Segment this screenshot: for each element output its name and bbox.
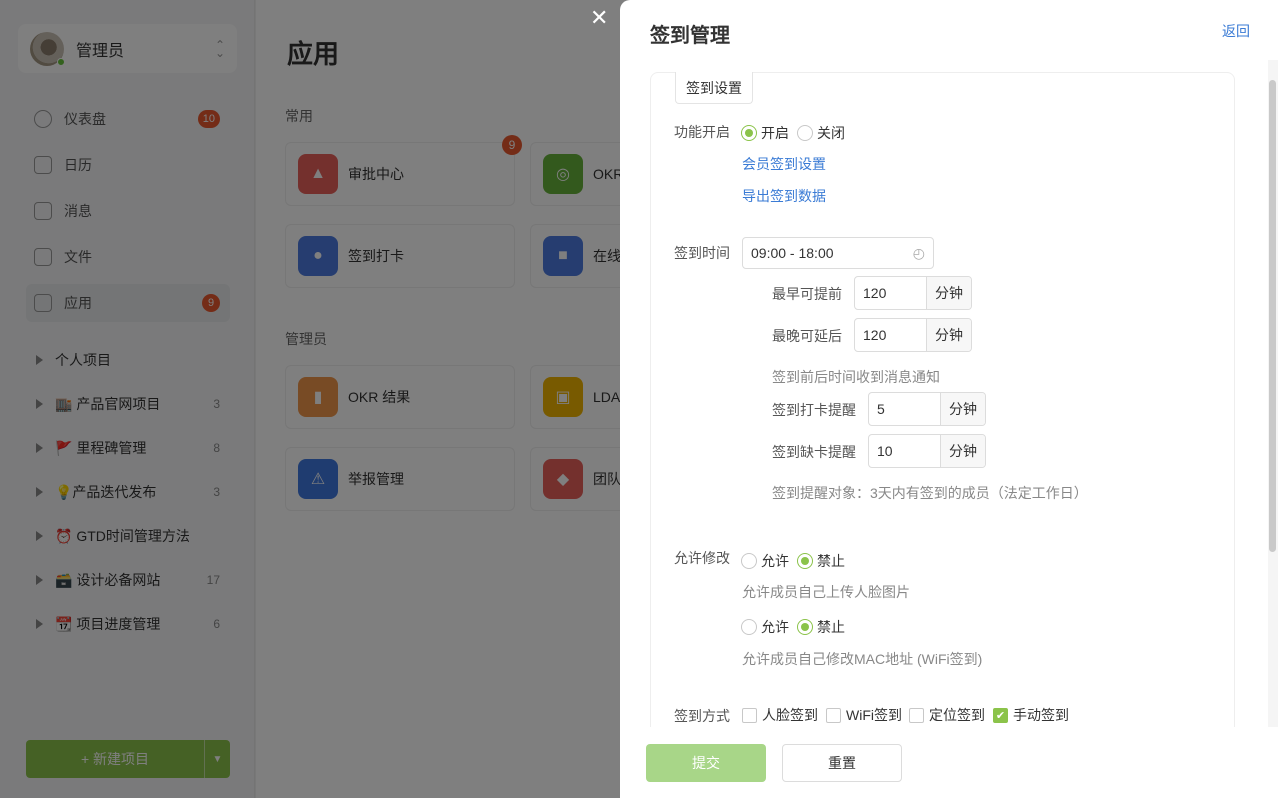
feature-off-radio[interactable]: 关闭	[797, 123, 845, 143]
face-upload-hint: 允许成员自己上传人脸图片	[742, 584, 910, 600]
face-forbid-radio[interactable]: 禁止	[797, 551, 845, 571]
radio-circle	[741, 553, 757, 569]
tab-checkin-settings[interactable]: 签到设置	[675, 72, 753, 104]
radio-circle	[741, 619, 757, 635]
checkbox-box	[742, 707, 757, 723]
manual-checkin-checkbox[interactable]: ✔ 手动签到	[993, 705, 1069, 725]
back-link[interactable]: 返回	[1222, 21, 1250, 41]
mac-allow-radio[interactable]: 允许	[741, 617, 789, 637]
settings-panel: 签到设置 功能开启 开启 关闭 会员签到设置 导出签到数据 签到时间 09:00…	[650, 72, 1235, 727]
drawer-footer: 提交 重置	[620, 727, 1280, 798]
drawer-body[interactable]: 签到设置 功能开启 开启 关闭 会员签到设置 导出签到数据 签到时间 09:00…	[620, 60, 1280, 727]
checkbox-box	[909, 707, 924, 723]
unit-label: 分钟	[941, 435, 985, 467]
radio-label: 禁止	[817, 619, 845, 635]
remind-value[interactable]: 5	[869, 393, 941, 425]
close-icon[interactable]: ✕	[590, 6, 608, 30]
reset-button[interactable]: 重置	[782, 744, 902, 782]
unit-label: 分钟	[927, 319, 971, 351]
radio-label: 允许	[761, 553, 789, 569]
modify-label: 允许修改	[674, 550, 730, 566]
drawer-title: 签到管理	[650, 25, 730, 47]
unit-label: 分钟	[927, 277, 971, 309]
notify-hint: 签到前后时间收到消息通知	[772, 369, 940, 385]
mac-forbid-radio[interactable]: 禁止	[797, 617, 845, 637]
time-range-picker[interactable]: 09:00 - 18:00 ◴	[742, 237, 934, 269]
radio-circle	[741, 125, 757, 141]
radio-label: 禁止	[817, 553, 845, 569]
checkbox-label: 手动签到	[1013, 707, 1069, 723]
radio-label: 关闭	[817, 125, 845, 141]
face-checkin-checkbox[interactable]: 人脸签到	[742, 705, 818, 725]
member-checkin-settings-link[interactable]: 会员签到设置	[742, 154, 826, 174]
submit-button[interactable]: 提交	[646, 744, 766, 782]
wifi-checkin-checkbox[interactable]: WiFi签到	[826, 705, 902, 725]
remind-target-hint: 签到提醒对象：3天内有签到的成员（法定工作日）	[772, 485, 1088, 501]
scrollbar-thumb[interactable]	[1269, 80, 1276, 552]
checkbox-label: 定位签到	[929, 707, 985, 723]
check-icon: ✔	[993, 707, 1008, 723]
mac-modify-hint: 允许成员自己修改MAC地址 (WiFi签到)	[742, 651, 983, 667]
feature-label: 功能开启	[674, 124, 730, 140]
remind-minutes-input[interactable]: 5 分钟	[868, 392, 986, 426]
earliest-label: 最早可提前	[772, 286, 842, 302]
location-checkin-checkbox[interactable]: 定位签到	[909, 705, 985, 725]
latest-minutes-input[interactable]: 120 分钟	[854, 318, 972, 352]
checkin-drawer: 签到管理 返回 签到设置 功能开启 开启 关闭 会员签到设置 导出签到数据 签到…	[620, 0, 1280, 798]
remind-label: 签到打卡提醒	[772, 402, 856, 418]
checkbox-box	[826, 707, 841, 723]
latest-value[interactable]: 120	[855, 319, 927, 351]
methods-label: 签到方式	[674, 708, 730, 724]
latest-label: 最晚可延后	[772, 328, 842, 344]
radio-circle	[797, 553, 813, 569]
unit-label: 分钟	[941, 393, 985, 425]
time-range-value: 09:00 - 18:00	[751, 245, 834, 261]
radio-circle	[797, 125, 813, 141]
clock-icon: ◴	[912, 244, 925, 261]
checkbox-label: 人脸签到	[762, 707, 818, 723]
miss-label: 签到缺卡提醒	[772, 444, 856, 460]
earliest-minutes-input[interactable]: 120 分钟	[854, 276, 972, 310]
export-checkin-data-link[interactable]: 导出签到数据	[742, 186, 826, 206]
face-allow-radio[interactable]: 允许	[741, 551, 789, 571]
radio-label: 允许	[761, 619, 789, 635]
radio-label: 开启	[761, 125, 789, 141]
miss-minutes-input[interactable]: 10 分钟	[868, 434, 986, 468]
feature-on-radio[interactable]: 开启	[741, 123, 789, 143]
checkbox-label: WiFi签到	[846, 707, 902, 723]
time-label: 签到时间	[674, 245, 730, 261]
earliest-value[interactable]: 120	[855, 277, 927, 309]
miss-value[interactable]: 10	[869, 435, 941, 467]
radio-circle	[797, 619, 813, 635]
